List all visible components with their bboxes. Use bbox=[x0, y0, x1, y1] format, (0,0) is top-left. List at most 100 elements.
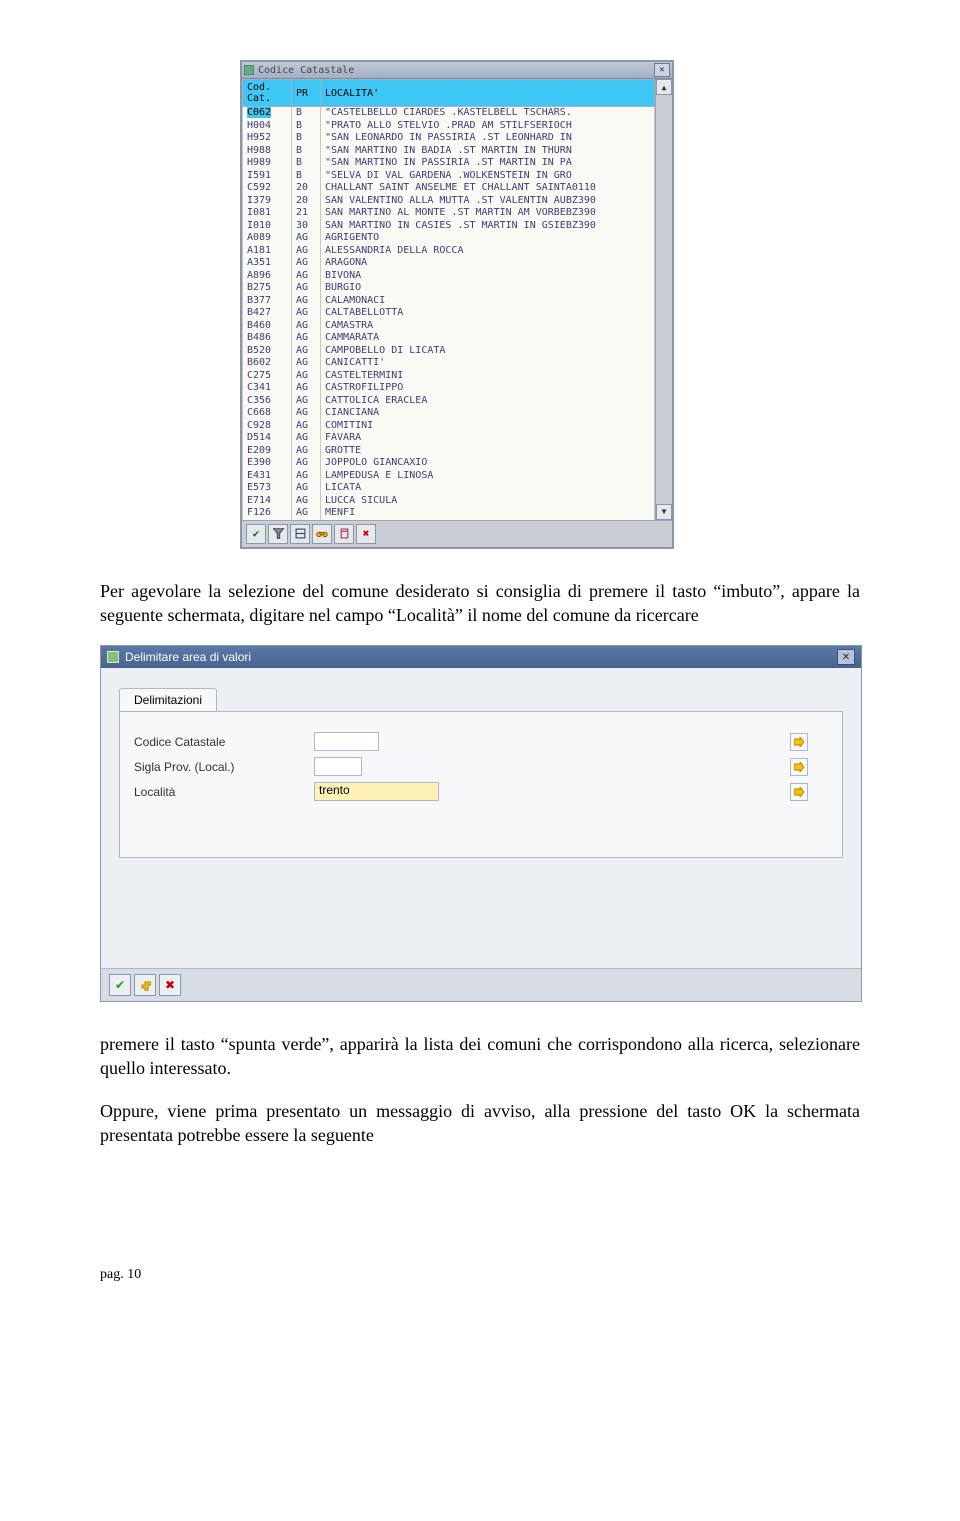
vertical-scrollbar[interactable]: ▲ ▼ bbox=[655, 79, 672, 520]
cell-pr: B bbox=[292, 132, 321, 145]
table-row[interactable]: H952B"SAN LEONARDO IN PASSIRIA .ST LEONH… bbox=[243, 132, 655, 145]
table-row[interactable]: B486AGCAMMARATA bbox=[243, 332, 655, 345]
cancel-dialog-button[interactable]: ✖ bbox=[159, 974, 181, 996]
table-row[interactable]: B377AGCALAMONACI bbox=[243, 295, 655, 308]
cell-pr: AG bbox=[292, 245, 321, 258]
table-row[interactable]: I37920SAN VALENTINO ALLA MUTTA .ST VALEN… bbox=[243, 195, 655, 208]
delimitare-dialog: Delimitare area di valori ✕ Delimitazion… bbox=[100, 645, 862, 1002]
table-row[interactable]: A089AGAGRIGENTO bbox=[243, 232, 655, 245]
filter-button[interactable] bbox=[268, 524, 288, 544]
cell-cod: C062 bbox=[243, 107, 292, 120]
cell-pr: AG bbox=[292, 370, 321, 383]
table-row[interactable]: B460AGCAMASTRA bbox=[243, 320, 655, 333]
cell-loc: CAMPOBELLO DI LICATA bbox=[321, 345, 655, 358]
table-row[interactable]: B275AGBURGIO bbox=[243, 282, 655, 295]
cell-loc: "CASTELBELLO CIARDES .KASTELBELL TSCHARS… bbox=[321, 107, 655, 120]
table-row[interactable]: A896AGBIVONA bbox=[243, 270, 655, 283]
sigla-label: Sigla Prov. (Local.) bbox=[134, 760, 314, 774]
table-row[interactable]: I01030SAN MARTINO IN CASIES .ST MARTIN I… bbox=[243, 220, 655, 233]
table-row[interactable]: E714AGLUCCA SICULA bbox=[243, 495, 655, 508]
tool-button-3[interactable] bbox=[290, 524, 310, 544]
cell-loc: CALTABELLOTTA bbox=[321, 307, 655, 320]
table-row[interactable]: F126AGMENFI bbox=[243, 507, 655, 520]
localita-select-button[interactable] bbox=[790, 783, 808, 801]
cell-pr: AG bbox=[292, 345, 321, 358]
cell-pr: AG bbox=[292, 457, 321, 470]
cell-loc: CAMMARATA bbox=[321, 332, 655, 345]
table-row[interactable]: A351AGARAGONA bbox=[243, 257, 655, 270]
cell-pr: AG bbox=[292, 395, 321, 408]
cancel-button[interactable]: ✖ bbox=[356, 524, 376, 544]
cell-cod: E714 bbox=[243, 495, 292, 508]
table-row[interactable]: H989B"SAN MARTINO IN PASSIRIA .ST MARTIN… bbox=[243, 157, 655, 170]
scroll-up-icon[interactable]: ▲ bbox=[656, 79, 672, 95]
cell-cod: A181 bbox=[243, 245, 292, 258]
table-row[interactable]: C275AGCASTELTERMINI bbox=[243, 370, 655, 383]
cell-cod: I010 bbox=[243, 220, 292, 233]
table-row[interactable]: C928AGCOMITINI bbox=[243, 420, 655, 433]
cell-pr: 20 bbox=[292, 195, 321, 208]
cell-loc: FAVARA bbox=[321, 432, 655, 445]
cell-pr: B bbox=[292, 145, 321, 158]
cell-loc: "SELVA DI VAL GARDENA .WOLKENSTEIN IN GR… bbox=[321, 170, 655, 183]
close-icon[interactable]: ✕ bbox=[654, 63, 670, 77]
binoculars-button[interactable] bbox=[312, 524, 332, 544]
col-cod[interactable]: Cod. Cat. bbox=[243, 80, 292, 107]
table-row[interactable]: E390AGJOPPOLO GIANCAXIO bbox=[243, 457, 655, 470]
codice-select-button[interactable] bbox=[790, 733, 808, 751]
tool-button-5[interactable] bbox=[334, 524, 354, 544]
table-row[interactable]: A181AGALESSANDRIA DELLA ROCCA bbox=[243, 245, 655, 258]
cell-loc: LICATA bbox=[321, 482, 655, 495]
cell-loc: SAN MARTINO IN CASIES .ST MARTIN IN GSIE… bbox=[321, 220, 655, 233]
table-row[interactable]: C341AGCASTROFILIPPO bbox=[243, 382, 655, 395]
check-button[interactable]: ✔ bbox=[246, 524, 266, 544]
table-row[interactable]: C668AGCIANCIANA bbox=[243, 407, 655, 420]
cell-cod: F126 bbox=[243, 507, 292, 520]
cell-loc: "SAN MARTINO IN PASSIRIA .ST MARTIN IN P… bbox=[321, 157, 655, 170]
cell-loc: CANICATTI' bbox=[321, 357, 655, 370]
cell-cod: A089 bbox=[243, 232, 292, 245]
table-row[interactable]: C59220CHALLANT SAINT ANSELME ET CHALLANT… bbox=[243, 182, 655, 195]
table-row[interactable]: C356AGCATTOLICA ERACLEA bbox=[243, 395, 655, 408]
table-row[interactable]: I591B"SELVA DI VAL GARDENA .WOLKENSTEIN … bbox=[243, 170, 655, 183]
sigla-input[interactable] bbox=[314, 757, 362, 776]
table-row[interactable]: E209AGGROTTE bbox=[243, 445, 655, 458]
cell-pr: 30 bbox=[292, 220, 321, 233]
col-pr[interactable]: PR bbox=[292, 80, 321, 107]
cell-pr: AG bbox=[292, 482, 321, 495]
scroll-down-icon[interactable]: ▼ bbox=[656, 504, 672, 520]
table-row[interactable]: H004B"PRATO ALLO STELVIO .PRAD AM STILFS… bbox=[243, 120, 655, 133]
table-row[interactable]: H988B"SAN MARTINO IN BADIA .ST MARTIN IN… bbox=[243, 145, 655, 158]
codice-input[interactable] bbox=[314, 732, 379, 751]
cell-loc: CHALLANT SAINT ANSELME ET CHALLANT SAINT… bbox=[321, 182, 655, 195]
col-loc[interactable]: LOCALITA' bbox=[321, 80, 655, 107]
table-row[interactable]: B427AGCALTABELLOTTA bbox=[243, 307, 655, 320]
ok-button[interactable]: ✔ bbox=[109, 974, 131, 996]
cell-pr: AG bbox=[292, 445, 321, 458]
cell-pr: AG bbox=[292, 407, 321, 420]
cell-pr: AG bbox=[292, 232, 321, 245]
paragraph-2: premere il tasto “spunta verde”, apparir… bbox=[100, 1032, 860, 1081]
table-row[interactable]: B520AGCAMPOBELLO DI LICATA bbox=[243, 345, 655, 358]
cell-cod: H988 bbox=[243, 145, 292, 158]
tab-pane: Codice Catastale Sigla Prov. (Local.) bbox=[119, 711, 843, 858]
table-row[interactable]: E573AGLICATA bbox=[243, 482, 655, 495]
cell-pr: AG bbox=[292, 332, 321, 345]
tab-delimitazioni[interactable]: Delimitazioni bbox=[119, 688, 217, 711]
cell-cod: I379 bbox=[243, 195, 292, 208]
table-row[interactable]: D514AGFAVARA bbox=[243, 432, 655, 445]
cell-cod: E431 bbox=[243, 470, 292, 483]
table-row[interactable]: I08121SAN MARTINO AL MONTE .ST MARTIN AM… bbox=[243, 207, 655, 220]
table-row[interactable]: C062B"CASTELBELLO CIARDES .KASTELBELL TS… bbox=[243, 107, 655, 120]
localita-input[interactable]: trento bbox=[314, 782, 439, 801]
cell-loc: "SAN LEONARDO IN PASSIRIA .ST LEONHARD I… bbox=[321, 132, 655, 145]
table-row[interactable]: E431AGLAMPEDUSA E LINOSA bbox=[243, 470, 655, 483]
cell-pr: AG bbox=[292, 295, 321, 308]
sigla-select-button[interactable] bbox=[790, 758, 808, 776]
cell-cod: H952 bbox=[243, 132, 292, 145]
dialog-close-icon[interactable]: ✕ bbox=[837, 649, 855, 665]
new-selection-button[interactable] bbox=[134, 974, 156, 996]
dialog-bottom-toolbar: ✔ ✖ bbox=[101, 968, 861, 1001]
cell-pr: AG bbox=[292, 507, 321, 520]
table-row[interactable]: B602AGCANICATTI' bbox=[243, 357, 655, 370]
